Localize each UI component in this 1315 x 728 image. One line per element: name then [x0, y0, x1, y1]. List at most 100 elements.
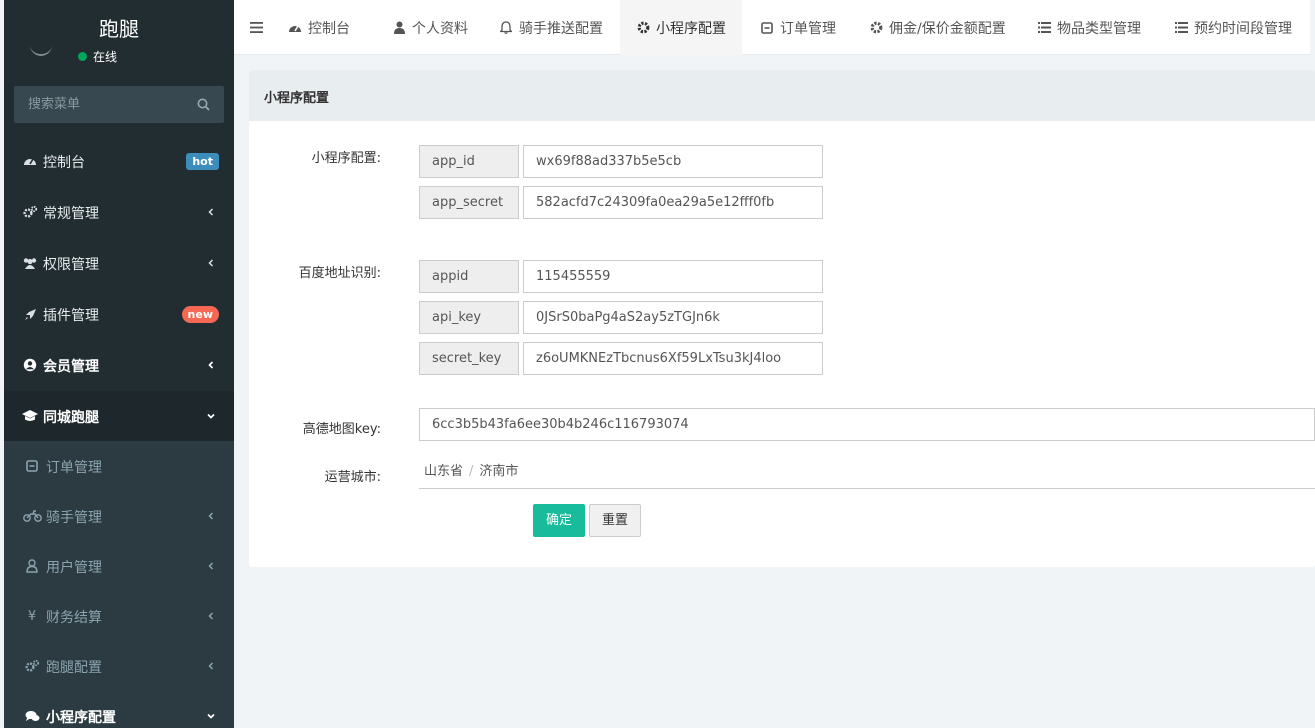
- sidebar-item-permissions[interactable]: 权限管理: [4, 238, 234, 288]
- chevron-down-icon: [207, 713, 215, 719]
- sidebar-item-errand-config[interactable]: 跑腿配置: [4, 641, 234, 691]
- online-status-dot: [78, 52, 87, 61]
- order-icon: [760, 21, 774, 35]
- baidu-appid-input[interactable]: 115455559: [523, 260, 823, 293]
- sidebar-item-label: 控制台: [43, 155, 85, 171]
- tab-rider-push[interactable]: 骑手推送配置: [499, 0, 603, 55]
- sidebar-item-label: 权限管理: [43, 257, 99, 273]
- baidu-secret-key-addon: secret_key: [419, 342, 519, 375]
- sidebar-item-label: 常规管理: [43, 206, 99, 222]
- chevron-down-icon: [207, 413, 215, 419]
- panel-header: 小程序配置: [249, 70, 1315, 121]
- tab-label: 骑手推送配置: [519, 20, 603, 37]
- tab-item-types[interactable]: 物品类型管理: [1037, 0, 1141, 55]
- sidebar-item-label: 订单管理: [46, 460, 102, 476]
- sidebar-item-miniprogram-config[interactable]: 小程序配置: [4, 691, 234, 728]
- hamburger-icon[interactable]: [250, 22, 263, 33]
- rocket-icon: [22, 306, 38, 322]
- menu-search-input[interactable]: [14, 86, 194, 123]
- motorcycle-icon: [22, 508, 42, 524]
- sidebar-item-label: 会员管理: [43, 359, 99, 375]
- baidu-appid-addon: appid: [419, 260, 519, 293]
- app-secret-addon: app_secret: [419, 186, 519, 219]
- graduation-cap-icon: [22, 408, 38, 424]
- users-icon: [22, 255, 38, 271]
- chevron-left-icon: [208, 512, 214, 520]
- tab-label: 小程序配置: [656, 20, 726, 37]
- topbar-edge: [1310, 0, 1315, 55]
- tab-label: 个人资料: [412, 20, 468, 37]
- gear-icon: [869, 21, 883, 35]
- sidebar-item-label: 插件管理: [43, 308, 99, 324]
- dashboard-icon: [22, 153, 38, 169]
- app-title: 跑腿: [99, 17, 139, 41]
- tab-miniprogram-config[interactable]: 小程序配置: [620, 0, 742, 55]
- sidebar-search: [14, 86, 224, 123]
- user-icon: [24, 558, 40, 574]
- app-id-input[interactable]: wx69f88ad337b5e5cb: [523, 145, 823, 178]
- avatar: [30, 34, 52, 56]
- sidebar: 跑腿 在线 控制台 hot 常规管理 权限管理 插件管理 new 会员管理: [0, 0, 234, 728]
- tab-commission-config[interactable]: 佣金/保价金额配置: [869, 0, 1006, 55]
- sidebar-item-label: 用户管理: [46, 560, 102, 576]
- sidebar-item-members[interactable]: 会员管理: [4, 340, 234, 390]
- chevron-left-icon: [208, 361, 214, 369]
- baidu-api-key-addon: api_key: [419, 301, 519, 334]
- tab-orders[interactable]: 订单管理: [760, 0, 836, 55]
- chevron-left-icon: [208, 208, 214, 216]
- sidebar-item-general[interactable]: 常规管理: [4, 187, 234, 237]
- app-id-addon: app_id: [419, 145, 519, 178]
- confirm-button[interactable]: 确定: [533, 504, 585, 537]
- top-navbar: 控制台 个人资料 骑手推送配置 小程序配置 订单管理 佣金/保价金额配置 物品类…: [234, 0, 1315, 55]
- sidebar-item-label: 同城跑腿: [43, 410, 99, 426]
- user-circle-icon: [22, 357, 38, 373]
- yen-icon: ¥: [27, 608, 37, 624]
- panel-title: 小程序配置: [264, 91, 330, 106]
- user-status-text: 在线: [93, 50, 118, 64]
- amap-key-input[interactable]: 6cc3b5b43fa6ee30b4b246c116793074: [419, 408, 1315, 441]
- sidebar-item-plugins[interactable]: 插件管理 new: [4, 289, 234, 339]
- user-icon: [392, 21, 406, 35]
- sidebar-item-label: 财务结算: [46, 610, 102, 626]
- new-badge: new: [181, 306, 219, 323]
- tab-dashboard[interactable]: 控制台: [288, 0, 350, 55]
- sidebar-item-label: 跑腿配置: [46, 660, 102, 676]
- chevron-left-icon: [208, 662, 214, 670]
- user-panel: 在线: [4, 42, 234, 72]
- reset-button[interactable]: 重置: [589, 504, 641, 537]
- order-icon: [24, 458, 40, 474]
- baidu-secret-key-input[interactable]: z6oUMKNEzTbcnus6Xf59LxTsu3kJ4loo: [523, 342, 823, 375]
- chevron-left-icon: [208, 612, 214, 620]
- sidebar-edge: [0, 0, 4, 728]
- chevron-left-icon: [208, 259, 214, 267]
- tab-label: 物品类型管理: [1057, 20, 1141, 37]
- sidebar-item-riders[interactable]: 骑手管理: [4, 491, 234, 541]
- operating-city-label: 运营城市:: [324, 470, 381, 485]
- gear-icon: [636, 21, 650, 35]
- search-icon[interactable]: [197, 98, 210, 111]
- sidebar-item-orders[interactable]: 订单管理: [4, 441, 234, 491]
- app-secret-input[interactable]: 582acfd7c24309fa0ea29a5e12fff0fb: [523, 186, 823, 219]
- baidu-api-key-input[interactable]: 0JSrS0baPg4aS2ay5zTGJn6k: [523, 301, 823, 334]
- city-picker[interactable]: 山东省 / 济南市: [419, 457, 1315, 489]
- tab-time-slots[interactable]: 预约时间段管理: [1174, 0, 1292, 55]
- tab-profile[interactable]: 个人资料: [392, 0, 468, 55]
- tab-label: 预约时间段管理: [1194, 20, 1292, 37]
- chevron-left-icon: [208, 562, 214, 570]
- comments-icon: [24, 708, 40, 724]
- province-value: 山东省: [424, 464, 464, 479]
- city-separator: /: [469, 464, 474, 479]
- sidebar-item-finance[interactable]: ¥ 财务结算: [4, 591, 234, 641]
- hot-badge: hot: [186, 153, 219, 170]
- list-icon: [1174, 21, 1188, 35]
- bell-icon: [499, 21, 513, 35]
- tab-label: 控制台: [308, 20, 350, 37]
- sidebar-item-errand[interactable]: 同城跑腿: [4, 391, 234, 441]
- baidu-address-label: 百度地址识别:: [298, 266, 381, 281]
- cogs-icon: [24, 658, 40, 674]
- sidebar-item-users[interactable]: 用户管理: [4, 541, 234, 591]
- dashboard-icon: [288, 21, 302, 35]
- tab-label: 订单管理: [780, 20, 836, 37]
- sidebar-item-dashboard[interactable]: 控制台 hot: [4, 136, 234, 186]
- list-icon: [1037, 21, 1051, 35]
